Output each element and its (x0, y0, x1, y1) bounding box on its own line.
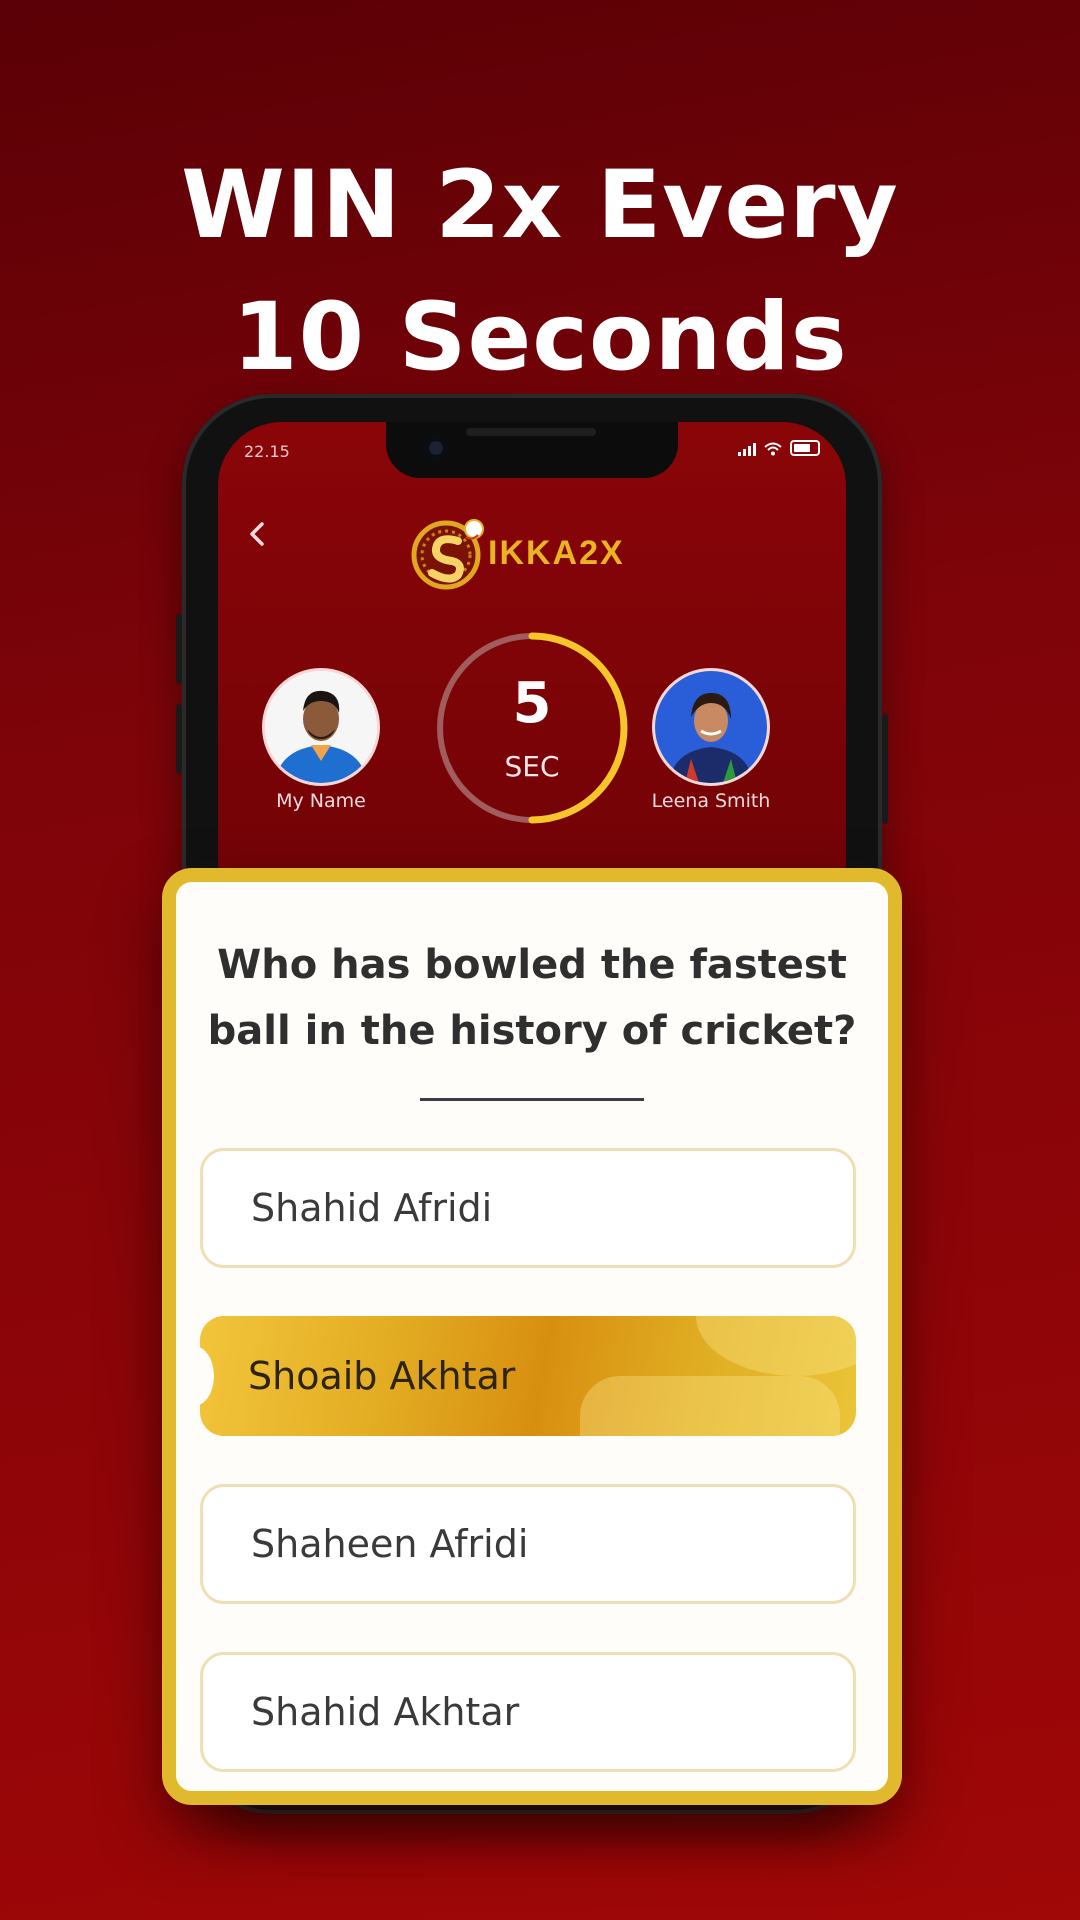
answer-option[interactable]: Shahid Afridi (200, 1148, 856, 1268)
answer-option[interactable]: Shaheen Afridi (200, 1484, 856, 1604)
avatar-player-icon (265, 671, 377, 783)
timer-unit: SEC (504, 750, 560, 783)
countdown-timer: 5 SEC (434, 630, 630, 826)
volume-button (176, 614, 182, 684)
wifi-icon (764, 442, 782, 456)
answer-option-selected[interactable]: Shoaib Akhtar (200, 1316, 856, 1436)
answer-option-label: Shahid Afridi (251, 1186, 493, 1230)
question-divider (420, 1098, 644, 1101)
back-chevron-icon[interactable] (238, 514, 278, 554)
player-opponent-name: Leena Smith (651, 790, 771, 812)
player-opponent: Leena Smith (646, 668, 776, 812)
option-shape-decoration (580, 1376, 840, 1436)
battery-icon (790, 440, 820, 456)
status-time: 22.15 (244, 442, 290, 461)
headline-line-2: 10 Seconds (232, 283, 848, 392)
coin-logo-icon (411, 519, 484, 590)
avatar-opponent-icon (655, 671, 767, 783)
logo-wordmark: IKKA2X (488, 533, 625, 572)
phone-notch (386, 422, 678, 478)
answer-option-label: Shaheen Afridi (251, 1522, 529, 1566)
player-self-avatar (262, 668, 380, 786)
volume-button-2 (176, 704, 182, 774)
answer-option[interactable]: Shahid Akhtar (200, 1652, 856, 1772)
answer-option-label: Shoaib Akhtar (248, 1354, 516, 1398)
app-logo: IKKA2X (408, 510, 625, 596)
front-camera-icon (424, 436, 448, 460)
headline-line-1: WIN 2x Every (181, 151, 899, 260)
quiz-card: Who has bowled the fastest ball in the h… (162, 868, 902, 1805)
promo-headline: WIN 2x Every 10 Seconds (0, 140, 1080, 404)
earpiece-speaker (466, 428, 596, 436)
quiz-question: Who has bowled the fastest ball in the h… (207, 942, 857, 1054)
power-button (882, 714, 888, 824)
player-opponent-avatar (652, 668, 770, 786)
answer-option-label: Shahid Akhtar (251, 1690, 520, 1734)
signal-icon (738, 442, 756, 456)
option-notch-decoration (200, 1346, 214, 1406)
option-bubble-decoration (696, 1316, 856, 1376)
status-icons (738, 440, 820, 456)
player-self-name: My Name (276, 790, 366, 812)
timer-seconds: 5 (512, 671, 552, 736)
player-self: My Name (256, 668, 386, 812)
